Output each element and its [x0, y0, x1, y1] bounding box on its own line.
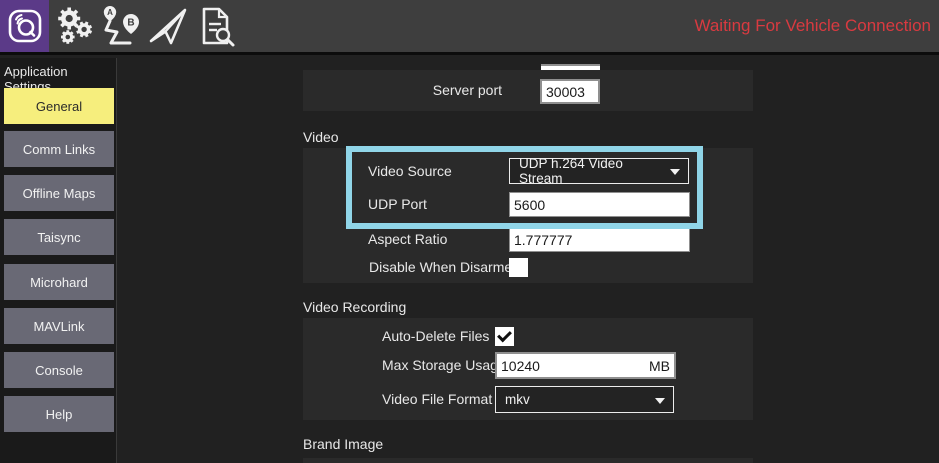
settings-gears-icon — [53, 5, 95, 47]
auto-delete-files-label: Auto-Delete Files — [382, 327, 489, 346]
aspect-ratio-label: Aspect Ratio — [368, 227, 447, 252]
analyze-button[interactable] — [191, 0, 238, 52]
settings-sidebar: Application Settings General Comm Links … — [0, 58, 117, 463]
plan-marker-b: B — [127, 18, 134, 29]
plan-button[interactable]: A B — [97, 0, 144, 52]
brand-image-panel — [303, 458, 753, 463]
settings-button[interactable] — [50, 0, 97, 52]
udp-port-value: 5600 — [514, 197, 545, 213]
server-port-panel: Server port 30003 — [303, 70, 753, 111]
plan-route-icon: A B — [99, 4, 143, 48]
video-recording-panel: Auto-Delete Files Max Storage Usage 1024… — [303, 318, 753, 420]
max-storage-usage-input[interactable]: 10240 MB — [495, 352, 676, 379]
connection-status: Waiting For Vehicle Connection — [694, 0, 931, 52]
brand-image-section-label: Brand Image — [303, 436, 383, 452]
video-file-format-dropdown[interactable]: mkv — [495, 386, 674, 413]
qgc-logo-icon — [6, 7, 44, 45]
sidebar-item-offline-maps[interactable]: Offline Maps — [4, 175, 114, 211]
disable-when-disarmed-label: Disable When Disarmed — [369, 258, 520, 277]
sidebar-item-general[interactable]: General — [4, 88, 114, 124]
max-storage-usage-label: Max Storage Usage — [382, 352, 506, 379]
video-file-format-value: mkv — [505, 392, 530, 407]
fly-paper-plane-icon — [146, 4, 190, 48]
video-source-label: Video Source — [368, 158, 452, 184]
video-panel: Video Source UDP h.264 Video Stream UDP … — [303, 148, 753, 283]
sidebar-item-mavlink[interactable]: MAVLink — [4, 308, 114, 344]
plan-marker-a: A — [107, 8, 113, 17]
server-port-value: 30003 — [546, 84, 585, 100]
sidebar-item-microhard[interactable]: Microhard — [4, 264, 114, 300]
sidebar-item-comm-links[interactable]: Comm Links — [4, 131, 114, 167]
top-toolbar: A B Waiting For Vehicle Connection — [0, 0, 939, 55]
video-recording-section-label: Video Recording — [303, 299, 406, 315]
qgc-logo-button[interactable] — [0, 0, 49, 52]
aspect-ratio-value: 1.777777 — [514, 232, 572, 248]
analyze-document-icon — [193, 4, 237, 48]
server-port-input[interactable]: 30003 — [540, 79, 600, 104]
udp-port-input[interactable]: 5600 — [509, 192, 690, 217]
fly-button[interactable] — [144, 0, 191, 52]
video-file-format-label: Video File Format — [382, 386, 492, 413]
video-source-dropdown[interactable]: UDP h.264 Video Stream — [509, 158, 689, 184]
udp-port-label: UDP Port — [368, 192, 427, 217]
video-source-value: UDP h.264 Video Stream — [519, 156, 664, 186]
qgroundcontrol-window: A B Waiting For Vehicle Connection Appl — [0, 0, 939, 463]
aspect-ratio-input[interactable]: 1.777777 — [509, 227, 690, 252]
auto-delete-files-checkbox[interactable] — [495, 327, 514, 346]
sidebar-item-taisync[interactable]: Taisync — [4, 219, 114, 255]
max-storage-usage-value: 10240 — [501, 358, 540, 374]
server-port-label: Server port — [303, 70, 502, 111]
sidebar-item-help[interactable]: Help — [4, 396, 114, 432]
video-section-label: Video — [303, 129, 339, 145]
sidebar-item-console[interactable]: Console — [4, 352, 114, 388]
disable-when-disarmed-checkbox[interactable] — [509, 258, 528, 277]
max-storage-usage-unit: MB — [649, 358, 670, 374]
